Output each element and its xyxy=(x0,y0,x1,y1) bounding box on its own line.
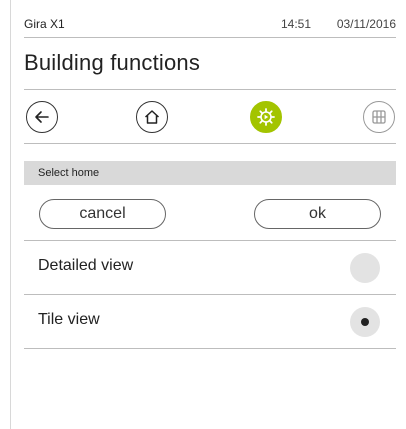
ok-button[interactable]: ok xyxy=(254,199,381,229)
settings-gear-icon xyxy=(257,108,275,126)
grid-view-icon xyxy=(372,110,386,124)
divider xyxy=(24,37,396,38)
divider xyxy=(24,143,396,144)
status-bar: Gira X1 14:51 03/11/2016 xyxy=(24,17,396,35)
option-label: Tile view xyxy=(38,311,100,328)
option-label: Detailed view xyxy=(38,257,134,274)
page-title: Building functions xyxy=(24,50,201,75)
back-arrow-icon xyxy=(35,111,49,123)
home-icon xyxy=(144,110,160,124)
settings-button[interactable] xyxy=(250,101,282,133)
divider xyxy=(24,348,396,349)
grid-view-button[interactable] xyxy=(363,101,395,133)
divider xyxy=(24,89,396,90)
option-row-detailed-view[interactable]: Detailed view xyxy=(24,241,396,295)
radio-tile-view[interactable] xyxy=(350,307,380,337)
back-button[interactable] xyxy=(26,101,58,133)
section-header: Select home xyxy=(24,161,396,185)
home-button[interactable] xyxy=(136,101,168,133)
clock-date: 03/11/2016 xyxy=(336,17,396,31)
radio-selected-dot xyxy=(361,318,369,326)
radio-detailed-view[interactable] xyxy=(350,253,380,283)
option-row-tile-view[interactable]: Tile view xyxy=(24,295,396,349)
cancel-button[interactable]: cancel xyxy=(39,199,166,229)
clock-time: 14:51 xyxy=(280,17,311,31)
app-name: Gira X1 xyxy=(24,17,65,31)
